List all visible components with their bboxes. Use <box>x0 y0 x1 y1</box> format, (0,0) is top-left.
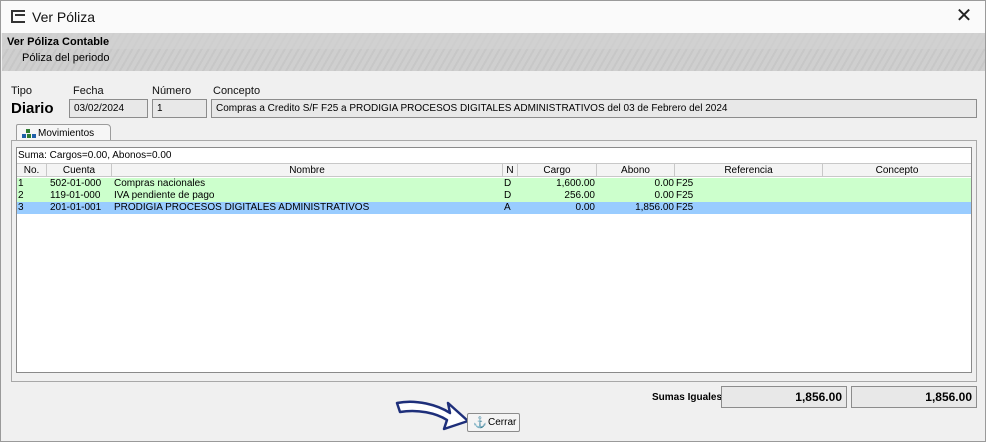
table-row-selected[interactable]: 3 201-01-001 PRODIGIA PROCESOS DIGITALES… <box>17 202 971 214</box>
cell-nombre: Compras nacionales <box>114 178 206 189</box>
tipo-label: Tipo <box>11 85 32 97</box>
cell-abono: 0.00 <box>654 178 674 189</box>
cell-concepto <box>825 178 971 190</box>
movimientos-grid[interactable]: Suma: Cargos=0.00, Abonos=0.00 No. Cuent… <box>16 147 972 373</box>
numero-field[interactable]: 1 <box>152 99 207 118</box>
cell-cargo: 256.00 <box>564 190 595 201</box>
grid-header: No. Cuenta Nombre N Cargo Abono Referenc… <box>17 163 971 177</box>
cell-cuenta: 119-01-000 <box>50 190 101 201</box>
table-row[interactable]: 1 502-01-000 Compras nacionales D 1,600.… <box>17 178 971 190</box>
cell-n: D <box>504 178 512 189</box>
tab-label: Movimientos <box>38 128 95 139</box>
cell-cargo: 0.00 <box>575 202 595 213</box>
ver-poliza-window: Ver Póliza ✕ Ver Póliza Contable Póliza … <box>0 0 986 442</box>
app-icon <box>11 10 25 23</box>
concepto-label: Concepto <box>213 85 261 97</box>
cell-cargo: 1,600.00 <box>556 178 595 189</box>
grid-summary: Suma: Cargos=0.00, Abonos=0.00 <box>18 150 172 161</box>
cell-referencia: F25 <box>676 178 694 189</box>
anchor-icon: ⚓ <box>473 417 487 429</box>
cell-abono: 0.00 <box>654 190 674 201</box>
cell-cuenta: 201-01-001 <box>50 202 102 213</box>
cell-referencia: F25 <box>676 202 694 213</box>
column-header-abono[interactable]: Abono <box>597 164 675 177</box>
concepto-field[interactable]: Compras a Credito S/F F25 a PRODIGIA PRO… <box>211 99 977 118</box>
cell-nombre: IVA pendiente de pago <box>114 190 215 201</box>
numero-label: Número <box>152 85 192 97</box>
cell-n: A <box>504 202 511 213</box>
grid-icon <box>22 129 36 139</box>
table-row[interactable]: 2 119-01-000 IVA pendiente de pago D 256… <box>17 190 971 202</box>
column-header-cargo[interactable]: Cargo <box>518 164 597 177</box>
cell-referencia: F25 <box>676 190 694 201</box>
cell-concepto <box>825 202 971 214</box>
header-band: Ver Póliza Contable Póliza del periodo <box>2 33 985 71</box>
title-bar: Ver Póliza ✕ <box>1 1 985 33</box>
column-header-cuenta[interactable]: Cuenta <box>47 164 112 177</box>
fecha-label: Fecha <box>73 85 104 97</box>
cell-abono: 1,856.00 <box>635 202 674 213</box>
tipo-value: Diario <box>11 100 54 117</box>
total-abonos-field: 1,856.00 <box>851 386 977 408</box>
cell-concepto <box>825 190 971 202</box>
column-header-referencia[interactable]: Referencia <box>675 164 823 177</box>
column-header-nombre[interactable]: Nombre <box>112 164 503 177</box>
cell-no: 1 <box>18 178 24 189</box>
pointer-arrow-icon <box>395 400 470 431</box>
cell-cuenta: 502-01-000 <box>50 178 102 189</box>
cell-no: 3 <box>18 202 24 213</box>
column-header-n[interactable]: N <box>503 164 518 177</box>
window-title: Ver Póliza <box>32 9 96 25</box>
cerrar-label: Cerrar <box>488 417 517 428</box>
header-title: Ver Póliza Contable <box>7 36 110 48</box>
close-icon[interactable]: ✕ <box>953 6 975 28</box>
cell-n: D <box>504 190 512 201</box>
total-cargos-field: 1,856.00 <box>721 386 847 408</box>
cell-no: 2 <box>18 190 24 201</box>
header-subtitle: Póliza del periodo <box>22 52 110 64</box>
column-header-concepto[interactable]: Concepto <box>823 164 971 177</box>
column-header-no[interactable]: No. <box>17 164 47 177</box>
cerrar-button[interactable]: ⚓ Cerrar <box>467 413 520 432</box>
movimientos-panel: Suma: Cargos=0.00, Abonos=0.00 No. Cuent… <box>11 140 977 382</box>
sumas-iguales-label: Sumas Iguales: <box>652 392 726 403</box>
fecha-field[interactable]: 03/02/2024 <box>69 99 148 118</box>
cell-nombre: PRODIGIA PROCESOS DIGITALES ADMINISTRATI… <box>114 202 370 213</box>
